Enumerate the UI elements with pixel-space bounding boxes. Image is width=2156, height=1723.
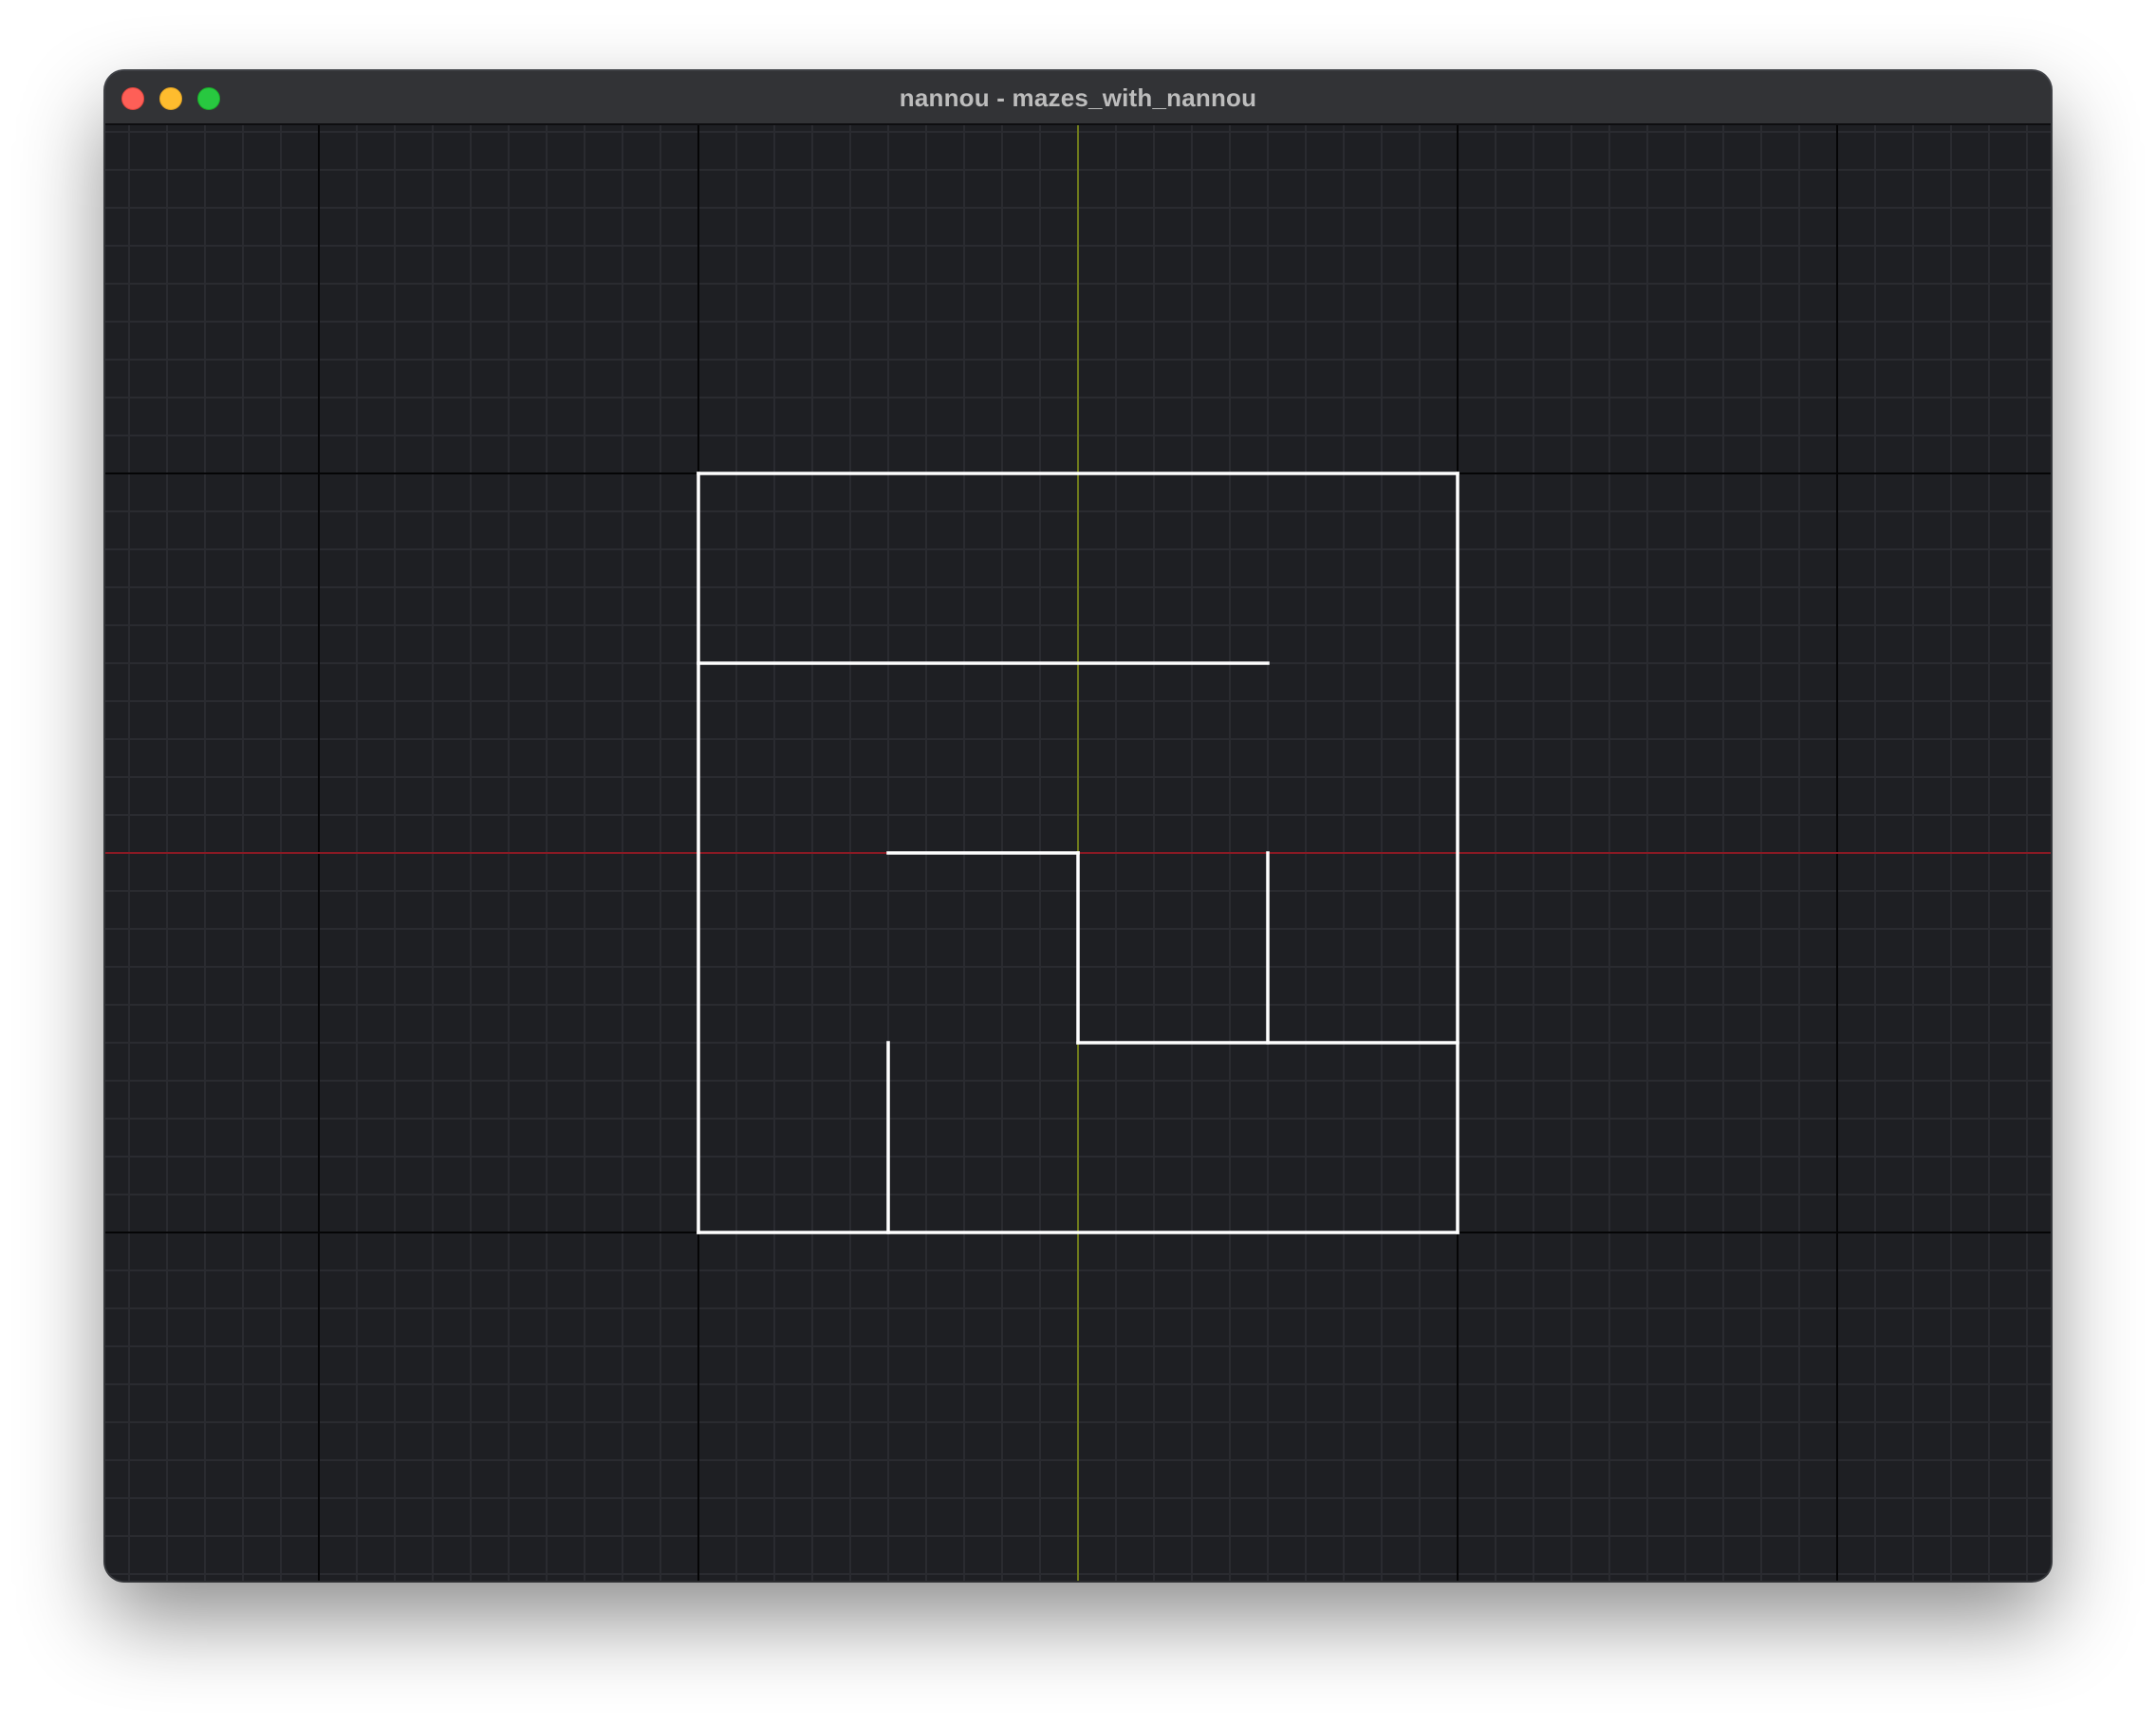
desktop: nannou - mazes_with_nannou — [0, 0, 2156, 1723]
drawing-canvas[interactable] — [105, 125, 2051, 1581]
maze-scene — [105, 125, 2051, 1581]
window-title: nannou - mazes_with_nannou — [899, 83, 1257, 112]
title-bar[interactable]: nannou - mazes_with_nannou — [105, 71, 2051, 125]
app-window[interactable]: nannou - mazes_with_nannou — [105, 71, 2051, 1581]
